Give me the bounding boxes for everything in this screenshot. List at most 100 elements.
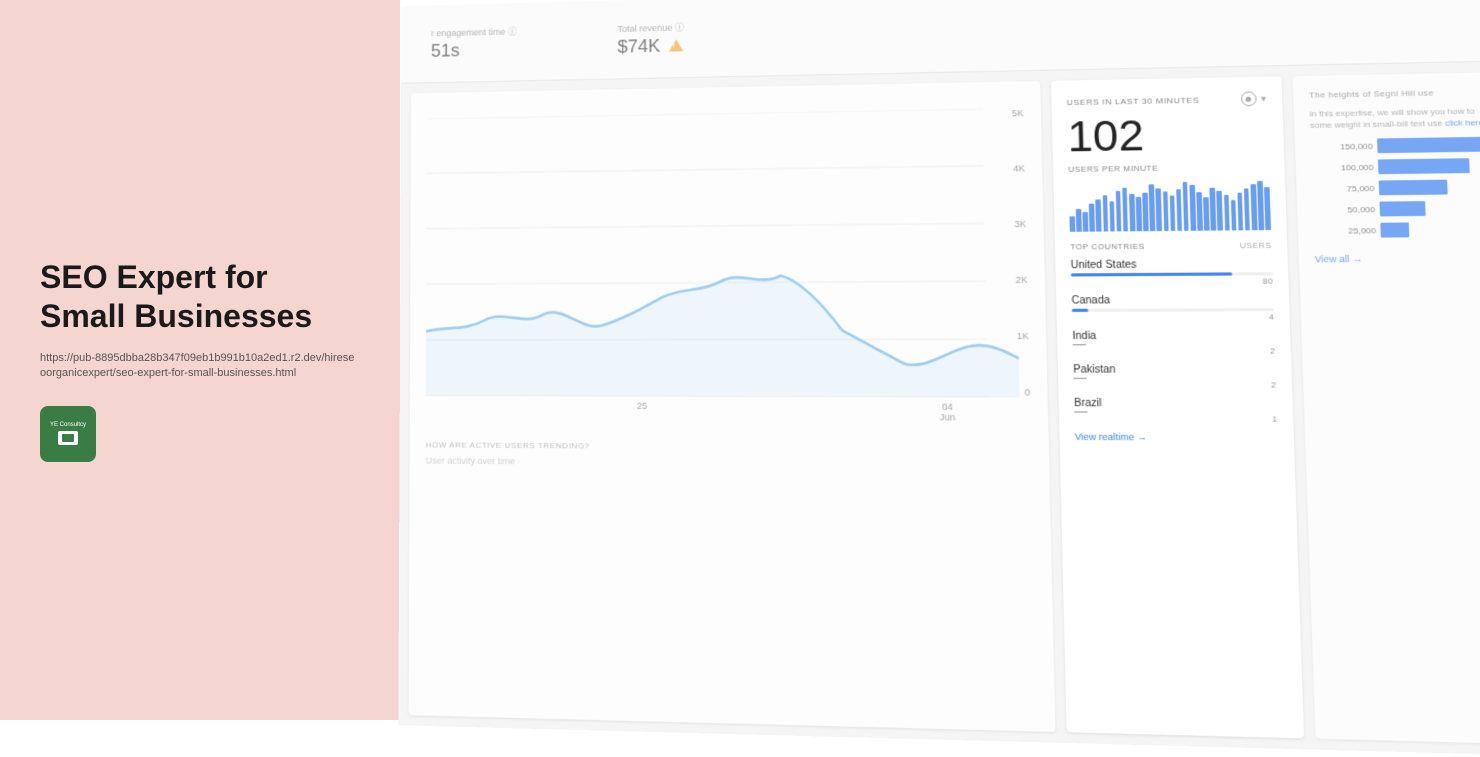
country-ca-bar bbox=[1072, 309, 1088, 312]
users-count: 102 bbox=[1067, 112, 1269, 159]
bar-30 bbox=[1264, 187, 1271, 230]
realtime-panel: USERS IN LAST 30 MINUTES ▾ 102 USERS PER… bbox=[1051, 76, 1304, 738]
bar-12 bbox=[1142, 192, 1148, 231]
country-pk-name: Pakistan bbox=[1073, 364, 1276, 376]
users-per-minute-chart bbox=[1069, 178, 1271, 232]
bar-19 bbox=[1189, 185, 1195, 231]
country-pk-row bbox=[1073, 378, 1276, 379]
h-bar-fill-1 bbox=[1377, 137, 1480, 154]
bar-27 bbox=[1244, 188, 1251, 230]
realtime-title: USERS IN LAST 30 MINUTES bbox=[1067, 95, 1200, 107]
warning-icon: ! bbox=[669, 39, 683, 51]
h-bar-label-2: 100,000 bbox=[1311, 163, 1373, 173]
page-title: SEO Expert for Small Businesses bbox=[40, 258, 360, 335]
bar-20 bbox=[1196, 192, 1202, 231]
page-url[interactable]: https://pub-8895dbba28b347f09eb1b991b10a… bbox=[40, 351, 360, 382]
bar-18 bbox=[1182, 181, 1189, 231]
h-bar-label-1: 150,000 bbox=[1311, 142, 1373, 152]
realtime-header: USERS IN LAST 30 MINUTES ▾ bbox=[1066, 91, 1266, 109]
bar-14 bbox=[1156, 188, 1162, 231]
bar-1 bbox=[1069, 216, 1074, 232]
country-in-dash bbox=[1073, 344, 1086, 345]
bar-16 bbox=[1169, 195, 1175, 230]
analytics-panel: r engagement time ⓘ 51s Total revenue ⓘ … bbox=[398, 0, 1480, 757]
bar-21 bbox=[1203, 197, 1209, 231]
bar-25 bbox=[1231, 200, 1237, 230]
h-bar-fill-3 bbox=[1379, 180, 1448, 196]
bar-13 bbox=[1149, 184, 1155, 231]
main-content: 5K 4K 3K 2K 1K 0 bbox=[398, 61, 1480, 757]
bar-10 bbox=[1129, 194, 1135, 231]
view-all-text: View all → bbox=[1315, 254, 1363, 265]
bar-4 bbox=[1089, 203, 1095, 232]
bar-24 bbox=[1224, 195, 1230, 231]
bar-5 bbox=[1096, 199, 1102, 231]
country-br-name: Brazil bbox=[1074, 398, 1277, 410]
horizontal-bar-chart: 150,000 100,000 75,000 50,000 bbox=[1311, 137, 1480, 239]
y-label-4k: 4K bbox=[1013, 163, 1025, 173]
line-chart-svg bbox=[426, 108, 1030, 398]
x-axis: 25 04Jun bbox=[426, 400, 1031, 423]
country-ca-name: Canada bbox=[1071, 294, 1273, 306]
country-in-value: 2 bbox=[1073, 346, 1276, 356]
country-in-name: India bbox=[1072, 330, 1274, 342]
engagement-label: r engagement time ⓘ bbox=[431, 24, 517, 39]
view-realtime-link[interactable]: View realtime → bbox=[1075, 431, 1278, 443]
country-in-row bbox=[1073, 344, 1275, 345]
country-br-dash bbox=[1074, 411, 1087, 412]
h-bar-label-5: 25,000 bbox=[1314, 226, 1377, 236]
realtime-dropdown[interactable]: ▾ bbox=[1261, 93, 1267, 105]
h-bar-1: 150,000 bbox=[1311, 137, 1480, 155]
revenue-value: $74K ! bbox=[618, 35, 685, 57]
h-bar-4: 50,000 bbox=[1313, 200, 1480, 217]
country-us: United States 80 bbox=[1071, 258, 1273, 286]
realtime-circle-icon[interactable] bbox=[1241, 91, 1257, 106]
bar-17 bbox=[1176, 189, 1182, 231]
h-bar-fill-4 bbox=[1380, 202, 1426, 217]
analytics-bg: r engagement time ⓘ 51s Total revenue ⓘ … bbox=[398, 0, 1480, 757]
bar-22 bbox=[1210, 188, 1216, 231]
revenue-label: Total revenue ⓘ bbox=[617, 20, 684, 34]
right-panel-subtitle: in this expertise, we will show you how … bbox=[1309, 104, 1480, 131]
x-label-2: 25 bbox=[637, 401, 647, 421]
country-us-value: 80 bbox=[1071, 276, 1273, 287]
favicon: YE Consultcy bbox=[40, 406, 96, 462]
bar-8 bbox=[1116, 191, 1122, 232]
x-label-4: 04Jun bbox=[939, 402, 955, 423]
chart-panel: 5K 4K 3K 2K 1K 0 bbox=[409, 81, 1056, 732]
favicon-text: YE Consultcy bbox=[50, 422, 86, 429]
engagement-block: r engagement time ⓘ 51s bbox=[431, 24, 517, 61]
bar-15 bbox=[1163, 191, 1169, 231]
bar-3 bbox=[1083, 212, 1089, 232]
h-bar-3: 75,000 bbox=[1312, 179, 1480, 196]
bar-23 bbox=[1217, 191, 1223, 231]
view-all-link[interactable]: View all → bbox=[1314, 247, 1480, 268]
chart-area: 5K 4K 3K 2K 1K 0 bbox=[426, 108, 1030, 398]
bottom-active-users: HOW ARE ACTIVE USERS TRENDING? User acti… bbox=[426, 440, 1032, 470]
favicon-icon bbox=[58, 431, 78, 445]
users-per-minute-label: USERS PER MINUTE bbox=[1068, 162, 1269, 174]
right-panel-link[interactable]: click here bbox=[1445, 118, 1480, 128]
engagement-value: 51s bbox=[431, 39, 517, 61]
y-label-5k: 5K bbox=[1012, 108, 1024, 118]
country-ca-value: 4 bbox=[1072, 312, 1274, 322]
bar-26 bbox=[1237, 193, 1243, 231]
h-bar-label-4: 50,000 bbox=[1313, 205, 1376, 215]
bar-2 bbox=[1076, 208, 1082, 231]
country-pk-value: 2 bbox=[1074, 380, 1277, 390]
view-realtime-text: View realtime → bbox=[1075, 431, 1148, 442]
revenue-block: Total revenue ⓘ $74K ! bbox=[617, 20, 684, 57]
top-countries-label: TOP COUNTRIES bbox=[1070, 242, 1145, 252]
country-pk-dash bbox=[1073, 378, 1086, 379]
h-bar-2: 100,000 bbox=[1311, 158, 1480, 176]
country-br: Brazil 1 bbox=[1074, 398, 1278, 424]
right-side-panel: The heights of Segni Hill use in this ex… bbox=[1293, 71, 1480, 745]
h-bar-label-3: 75,000 bbox=[1312, 184, 1374, 194]
revenue-metric: Total revenue ⓘ $74K ! bbox=[617, 20, 684, 57]
realtime-controls: ▾ bbox=[1241, 91, 1267, 106]
top-bar-content: r engagement time ⓘ 51s Total revenue ⓘ … bbox=[421, 20, 684, 61]
country-in: India 2 bbox=[1072, 330, 1275, 356]
engagement-metric: r engagement time ⓘ 51s bbox=[431, 24, 517, 61]
y-label-1k: 1K bbox=[1017, 331, 1029, 341]
y-label-0: 0 bbox=[1018, 387, 1030, 397]
